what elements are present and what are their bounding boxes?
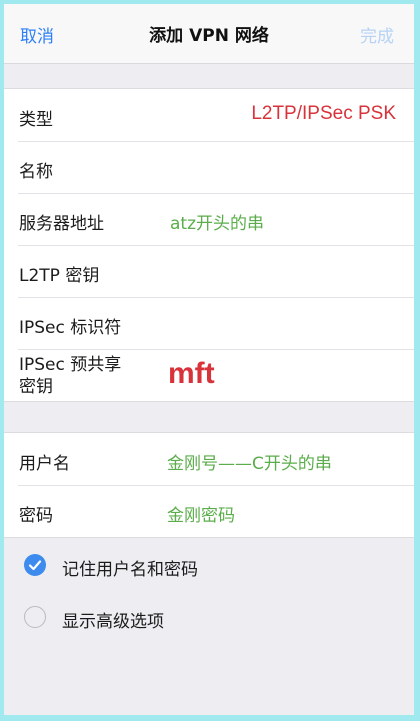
advanced-label: 显示高级选项 — [62, 612, 164, 632]
server-label: 服务器地址 — [19, 214, 104, 234]
name-label: 名称 — [19, 162, 53, 182]
checkmark-icon — [28, 560, 42, 571]
remember-label: 记住用户名和密码 — [62, 560, 198, 580]
advanced-option[interactable]: 显示高级选项 — [4, 592, 414, 644]
remember-checkbox[interactable] — [24, 554, 46, 576]
username-field[interactable]: 金刚号——C开头的串 — [167, 449, 332, 474]
type-row[interactable]: 类型 L2TP/IPSec PSK — [4, 89, 414, 141]
l2tp-secret-label: L2TP 密钥 — [19, 266, 100, 286]
ipsec-id-row[interactable]: IPSec 标识符 — [4, 297, 414, 349]
password-label: 密码 — [19, 506, 53, 526]
password-field[interactable]: 金刚密码 — [167, 501, 235, 526]
username-label: 用户名 — [19, 454, 70, 474]
ipsec-psk-label-line1: IPSec 预共享 — [19, 355, 122, 375]
done-button[interactable]: 完成 — [360, 22, 394, 47]
server-field[interactable]: atz开头的串 — [170, 209, 264, 234]
navigation-bar: 取消 添加 VPN 网络 完成 — [4, 4, 414, 64]
ipsec-psk-label: IPSec 预共享 密钥 — [19, 354, 121, 398]
vpn-config-group: 类型 L2TP/IPSec PSK 名称 服务器地址 atz开头的串 L2TP … — [4, 88, 414, 402]
vpn-settings-screen: 取消 添加 VPN 网络 完成 类型 L2TP/IPSec PSK 名称 服务器… — [4, 4, 414, 715]
l2tp-secret-row[interactable]: L2TP 密钥 — [4, 245, 414, 297]
page-title: 添加 VPN 网络 — [149, 26, 269, 46]
ipsec-psk-row[interactable]: IPSec 预共享 密钥 mft — [4, 349, 414, 401]
remember-option[interactable]: 记住用户名和密码 — [4, 540, 414, 592]
account-group: 用户名 金刚号——C开头的串 密码 金刚密码 — [4, 432, 414, 538]
ipsec-psk-field[interactable]: mft — [168, 357, 215, 391]
password-row[interactable]: 密码 金刚密码 — [4, 485, 414, 537]
username-row[interactable]: 用户名 金刚号——C开头的串 — [4, 433, 414, 485]
type-value: L2TP/IPSec PSK — [251, 103, 396, 124]
name-row[interactable]: 名称 — [4, 141, 414, 193]
ipsec-psk-label-line2: 密钥 — [19, 377, 53, 397]
server-row[interactable]: 服务器地址 atz开头的串 — [4, 193, 414, 245]
advanced-checkbox[interactable] — [24, 606, 46, 628]
type-label: 类型 — [19, 110, 53, 130]
ipsec-id-label: IPSec 标识符 — [19, 318, 122, 338]
